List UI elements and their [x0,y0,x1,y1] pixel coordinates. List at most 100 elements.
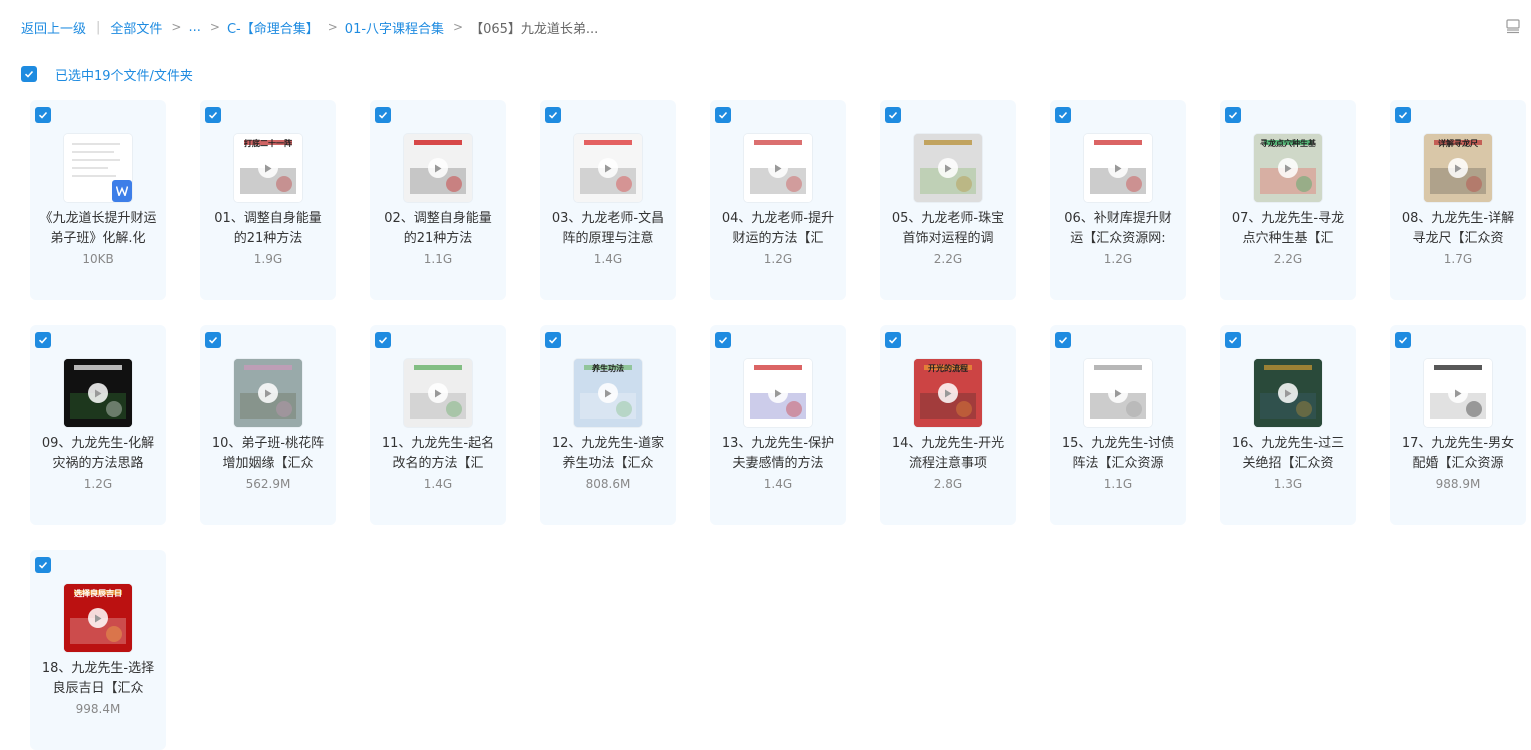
file-name: 16、九龙先生-过三关绝招【汇众资 [1231,436,1345,471]
video-thumbnail [1254,359,1322,427]
file-card[interactable]: 05、九龙老师-珠宝首饰对运程的调 2.2G [880,100,1016,300]
breadcrumb-current: 【065】九龙道长弟... [470,21,599,37]
file-card[interactable]: 10、弟子班-桃花阵增加姻缘【汇众 562.9M [200,325,336,525]
video-thumbnail [744,134,812,202]
video-thumbnail: 详解寻龙尺 [1424,134,1492,202]
file-name: 05、九龙老师-珠宝首饰对运程的调 [891,211,1005,246]
file-checkbox[interactable] [545,107,561,123]
file-card[interactable]: 《九龙道长提升财运弟子班》化解.化 10KB [30,100,166,300]
file-size: 1.2G [83,477,113,491]
select-all[interactable]: 已选中19个文件/文件夹 [21,65,193,84]
file-name: 09、九龙先生-化解灾祸的方法思路 [41,436,155,471]
document-thumbnail [64,134,132,202]
video-thumbnail: 养生功法 [574,359,642,427]
file-checkbox[interactable] [35,557,51,573]
file-size: 2.8G [933,477,963,491]
file-card[interactable]: 03、九龙老师-文昌阵的原理与注意 1.4G [540,100,676,300]
file-card[interactable]: 06、补财库提升财运【汇众资源网: 1.2G [1050,100,1186,300]
file-name: 04、九龙老师-提升财运的方法【汇 [721,211,835,246]
file-size: 998.4M [75,702,121,716]
video-thumbnail [234,359,302,427]
file-size: 1.2G [763,252,793,266]
breadcrumb-folder-1[interactable]: C-【命理合集】 [227,18,319,37]
file-name: 14、九龙先生-开光流程注意事项 [891,436,1005,471]
file-card[interactable]: 09、九龙先生-化解灾祸的方法思路 1.2G [30,325,166,525]
file-size: 562.9M [245,477,291,491]
file-size: 1.2G [1103,252,1133,266]
file-name: 10、弟子班-桃花阵增加姻缘【汇众 [211,436,325,471]
file-card[interactable]: 13、九龙先生-保护夫妻感情的方法 1.4G [710,325,846,525]
file-checkbox[interactable] [545,332,561,348]
file-card[interactable]: 选择良辰吉日 18、九龙先生-选择良辰吉日【汇众 998.4M [30,550,166,750]
file-size: 1.1G [1103,477,1133,491]
play-icon [1108,383,1128,403]
file-checkbox[interactable] [885,332,901,348]
breadcrumb: 返回上一级 | 全部文件 > ... > C-【命理合集】 > 01-八字课程合… [21,17,598,37]
file-card[interactable]: 打底二十一阵 01、调整自身能量的21种方法 1.9G [200,100,336,300]
video-thumbnail [64,359,132,427]
thumbnail-caption: 寻龙点穴种生基 [1260,139,1316,148]
file-card[interactable]: 02、调整自身能量的21种方法 1.1G [370,100,506,300]
selection-count-label: 已选中19个文件/文件夹 [55,68,193,84]
file-checkbox[interactable] [715,332,731,348]
play-icon [1448,383,1468,403]
file-card[interactable]: 16、九龙先生-过三关绝招【汇众资 1.3G [1220,325,1356,525]
file-size: 10KB [82,252,114,266]
select-all-checkbox[interactable] [21,66,37,82]
file-card[interactable]: 寻龙点穴种生基 07、九龙先生-寻龙点穴种生基【汇 2.2G [1220,100,1356,300]
file-checkbox[interactable] [1395,332,1411,348]
play-icon [768,158,788,178]
thumbnail-caption: 打底二十一阵 [244,139,292,148]
play-icon [1108,158,1128,178]
file-card[interactable]: 15、九龙先生-讨债阵法【汇众资源 1.1G [1050,325,1186,525]
file-name: 01、调整自身能量的21种方法 [214,211,322,246]
play-icon [428,383,448,403]
file-card[interactable]: 04、九龙老师-提升财运的方法【汇 1.2G [710,100,846,300]
file-card[interactable]: 11、九龙先生-起名改名的方法【汇 1.4G [370,325,506,525]
file-checkbox[interactable] [375,332,391,348]
file-checkbox[interactable] [35,332,51,348]
file-name: 06、补财库提升财运【汇众资源网: [1064,211,1172,246]
file-card[interactable]: 养生功法 12、九龙先生-道家养生功法【汇众 808.6M [540,325,676,525]
list-view-icon[interactable] [1505,18,1521,34]
file-checkbox[interactable] [375,107,391,123]
file-card[interactable]: 17、九龙先生-男女配婚【汇众资源 988.9M [1390,325,1526,525]
file-size: 1.4G [763,477,793,491]
file-checkbox[interactable] [1395,107,1411,123]
file-name: 《九龙道长提升财运弟子班》化解.化 [39,211,157,246]
file-card[interactable]: 开光的流程 14、九龙先生-开光流程注意事项 2.8G [880,325,1016,525]
file-size: 2.2G [933,252,963,266]
video-thumbnail [1424,359,1492,427]
file-checkbox[interactable] [885,107,901,123]
back-link[interactable]: 返回上一级 [21,18,86,37]
video-thumbnail [1084,359,1152,427]
play-icon [1278,383,1298,403]
file-checkbox[interactable] [35,107,51,123]
play-icon [938,158,958,178]
file-checkbox[interactable] [1055,332,1071,348]
file-checkbox[interactable] [715,107,731,123]
play-icon [428,158,448,178]
file-size: 1.9G [253,252,283,266]
file-checkbox[interactable] [1225,107,1241,123]
video-thumbnail: 开光的流程 [914,359,982,427]
file-name: 11、九龙先生-起名改名的方法【汇 [381,436,495,471]
file-checkbox[interactable] [205,107,221,123]
play-icon [1448,158,1468,178]
breadcrumb-folder-2[interactable]: 01-八字课程合集 [345,18,444,37]
breadcrumb-divider: | [96,19,101,35]
file-size: 2.2G [1273,252,1303,266]
play-icon [938,383,958,403]
file-checkbox[interactable] [1055,107,1071,123]
file-size: 988.9M [1435,477,1481,491]
file-size: 1.1G [423,252,453,266]
play-icon [88,383,108,403]
file-checkbox[interactable] [205,332,221,348]
file-card[interactable]: 详解寻龙尺 08、九龙先生-详解寻龙尺【汇众资 1.7G [1390,100,1526,300]
thumbnail-caption: 详解寻龙尺 [1438,139,1478,148]
file-checkbox[interactable] [1225,332,1241,348]
breadcrumb-all-files[interactable]: 全部文件 [110,18,162,37]
video-thumbnail [1084,134,1152,202]
breadcrumb-ellipsis[interactable]: ... [188,20,200,35]
play-icon [1278,158,1298,178]
